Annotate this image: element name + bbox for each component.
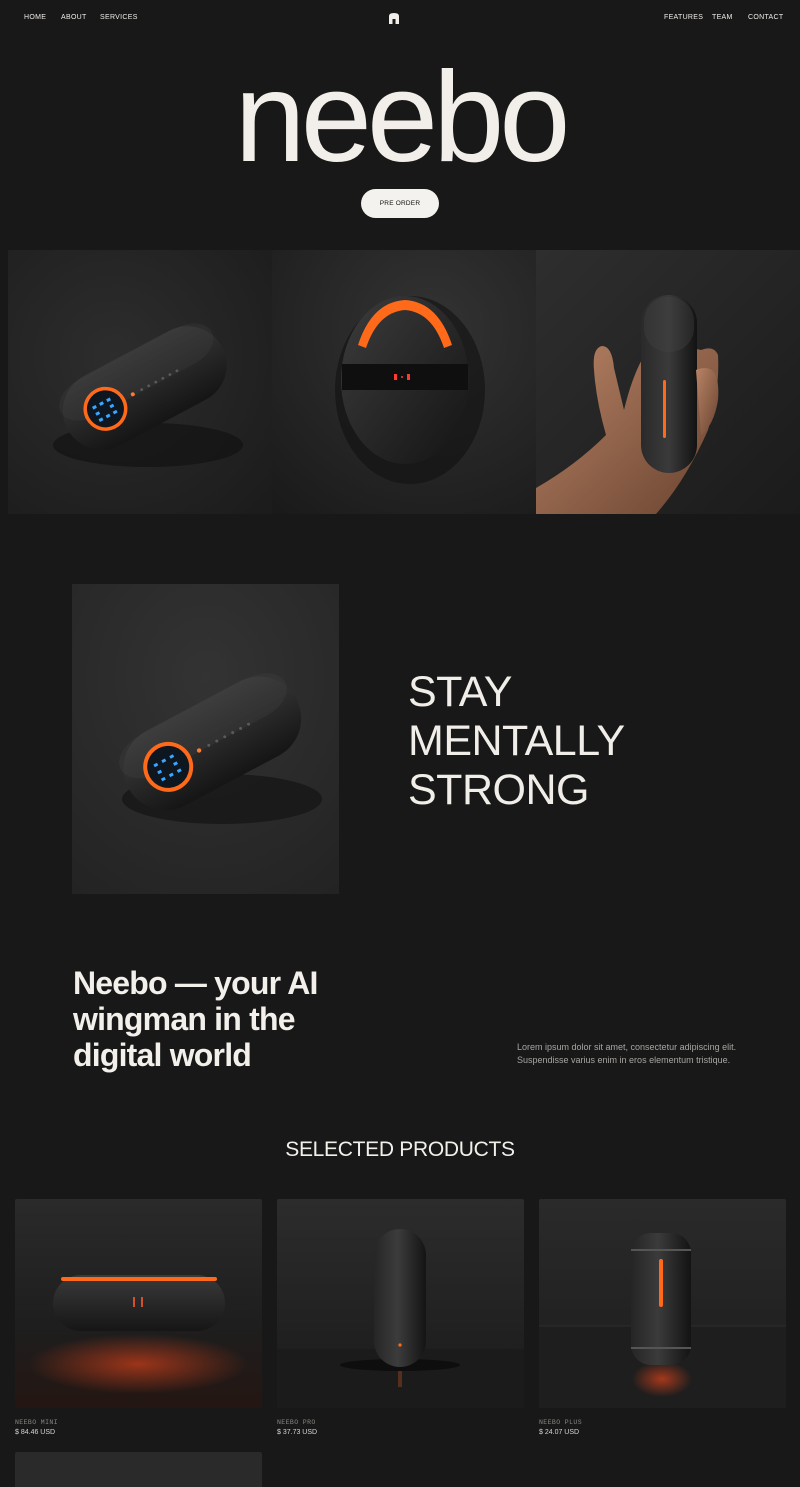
intro-heading: Neebo — your AI wingman in the digital w… <box>73 965 318 1073</box>
feature-headline-line: STAY <box>408 668 512 716</box>
hero-image-pill-device <box>8 250 272 514</box>
nav-home-link[interactable]: HOME <box>24 14 46 21</box>
feature-headline: STAY MENTALLY STRONG <box>408 668 625 815</box>
product-price: $ 24.07 USD <box>539 1429 580 1436</box>
hero-image-hand-device <box>536 250 800 514</box>
brand-wordmark: neebo <box>234 46 571 189</box>
nav-contact-link[interactable]: CONTACT <box>748 14 783 21</box>
selected-products-title: SELECTED PRODUCTS <box>285 1138 515 1161</box>
product-image-partial[interactable] <box>15 1452 262 1487</box>
pre-order-button[interactable]: PRE ORDER <box>361 189 439 218</box>
arch-logo-icon[interactable] <box>388 12 400 24</box>
hero-image-oval-device <box>272 250 536 514</box>
nav-team-link[interactable]: TEAM <box>712 14 733 21</box>
product-name[interactable]: NEEBO PLUS <box>539 1419 582 1426</box>
product-image-neebo-plus[interactable] <box>539 1199 786 1408</box>
product-price: $ 84.46 USD <box>15 1429 56 1436</box>
feature-headline-line: STRONG <box>408 766 589 814</box>
nav-features-link[interactable]: FEATURES <box>664 14 703 21</box>
product-name[interactable]: NEEBO MINI <box>15 1419 58 1426</box>
feature-headline-line: MENTALLY <box>408 717 625 765</box>
product-price: $ 37.73 USD <box>277 1429 318 1436</box>
intro-body-text: Lorem ipsum dolor sit amet, consectetur … <box>517 1042 737 1065</box>
product-name[interactable]: NEEBO PRO <box>277 1419 316 1426</box>
product-image-neebo-pro[interactable] <box>277 1199 524 1408</box>
feature-image-device <box>72 584 339 894</box>
nav-services-link[interactable]: SERVICES <box>100 14 138 21</box>
nav-about-link[interactable]: ABOUT <box>61 14 87 21</box>
product-image-neebo-mini[interactable] <box>15 1199 262 1408</box>
